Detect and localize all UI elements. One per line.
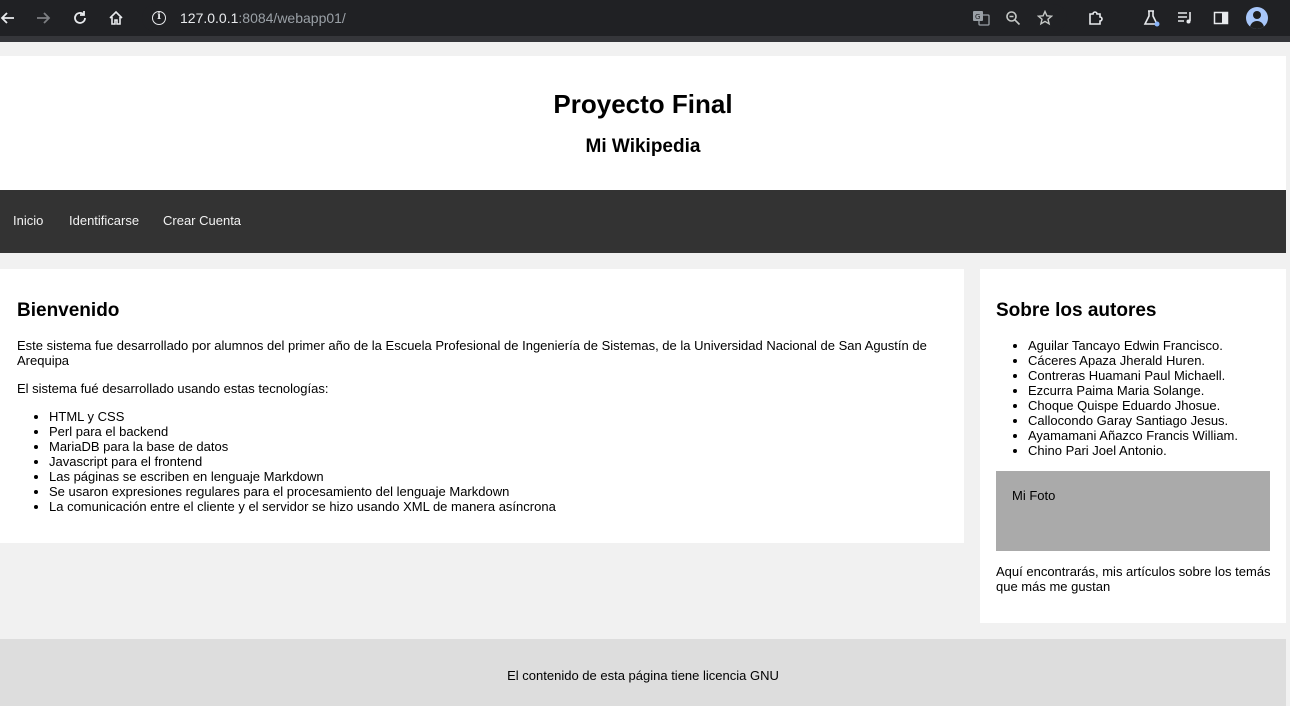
- welcome-heading: Bienvenido: [17, 300, 120, 321]
- svg-text:G: G: [975, 13, 980, 21]
- footer-text: El contenido de esta página tiene licenc…: [507, 668, 779, 683]
- list-item: Contreras Huamani Paul Michaell.: [1028, 368, 1238, 383]
- nav-link-identificarse[interactable]: Identificarse: [69, 213, 139, 228]
- nav-link-inicio[interactable]: Inicio: [13, 213, 43, 228]
- list-item: MariaDB para la base de datos: [49, 439, 556, 454]
- back-arrow-icon[interactable]: [0, 6, 20, 30]
- authors-sidebar: Sobre los autores Aguilar Tancayo Edwin …: [980, 269, 1286, 623]
- list-item: Ayamamani Añazco Francis William.: [1028, 428, 1238, 443]
- page-subtitle: Mi Wikipedia: [585, 136, 701, 157]
- profile-avatar-icon[interactable]: [1246, 7, 1268, 29]
- puzzle-icon[interactable]: [1084, 6, 1108, 30]
- intro-paragraph: Este sistema fue desarrollado por alumno…: [17, 338, 927, 368]
- list-item: Las páginas se escriben en lenguaje Mark…: [49, 469, 556, 484]
- photo-label: Mi Foto: [1012, 488, 1056, 503]
- list-item: Cáceres Apaza Jherald Huren.: [1028, 353, 1238, 368]
- list-item: Choque Quispe Eduardo Jhosue.: [1028, 398, 1238, 413]
- site-footer: El contenido de esta página tiene licenc…: [0, 639, 1286, 706]
- url-text[interactable]: 127.0.0.1:8084/webapp01/: [180, 10, 346, 26]
- side-panel-icon[interactable]: [1209, 6, 1233, 30]
- reload-icon[interactable]: [68, 6, 92, 30]
- authors-heading: Sobre los autores: [996, 300, 1157, 321]
- authors-list: Aguilar Tancayo Edwin Francisco. Cáceres…: [996, 338, 1238, 458]
- technology-list: HTML y CSS Perl para el backend MariaDB …: [17, 409, 556, 514]
- list-item: La comunicación entre el cliente y el se…: [49, 499, 556, 514]
- page-title: Proyecto Final: [553, 89, 733, 119]
- zoom-icon[interactable]: [1001, 6, 1025, 30]
- star-icon[interactable]: [1033, 6, 1057, 30]
- sidebar-note: Aquí encontrarás, mis artículos sobre lo…: [996, 564, 1271, 594]
- list-item: Chino Pari Joel Antonio.: [1028, 443, 1238, 458]
- home-icon[interactable]: [104, 6, 128, 30]
- media-queue-icon[interactable]: [1173, 6, 1197, 30]
- list-item: Aguilar Tancayo Edwin Francisco.: [1028, 338, 1238, 353]
- photo-placeholder: Mi Foto: [996, 471, 1270, 551]
- forward-arrow-icon[interactable]: [31, 6, 55, 30]
- list-item: Perl para el backend: [49, 424, 556, 439]
- list-item: Ezcurra Paima Maria Solange.: [1028, 383, 1238, 398]
- site-header: Proyecto Final Mi Wikipedia: [0, 56, 1286, 190]
- nav-link-crear-cuenta[interactable]: Crear Cuenta: [163, 213, 241, 228]
- browser-toolbar: 127.0.0.1:8084/webapp01/ G: [0, 0, 1290, 42]
- list-item: HTML y CSS: [49, 409, 556, 424]
- address-bar[interactable]: 127.0.0.1:8084/webapp01/: [142, 4, 1067, 32]
- translate-icon[interactable]: G: [969, 6, 993, 30]
- list-item: Javascript para el frontend: [49, 454, 556, 469]
- flask-icon[interactable]: [1139, 6, 1163, 30]
- list-item: Callocondo Garay Santiago Jesus.: [1028, 413, 1238, 428]
- tech-intro-paragraph: El sistema fué desarrollado usando estas…: [17, 381, 329, 396]
- top-navigation: Inicio Identificarse Crear Cuenta: [0, 190, 1286, 253]
- info-icon[interactable]: [152, 11, 166, 25]
- main-content: Bienvenido Este sistema fue desarrollado…: [0, 269, 964, 543]
- list-item: Se usaron expresiones regulares para el …: [49, 484, 556, 499]
- toolbar-divider: [0, 36, 1290, 42]
